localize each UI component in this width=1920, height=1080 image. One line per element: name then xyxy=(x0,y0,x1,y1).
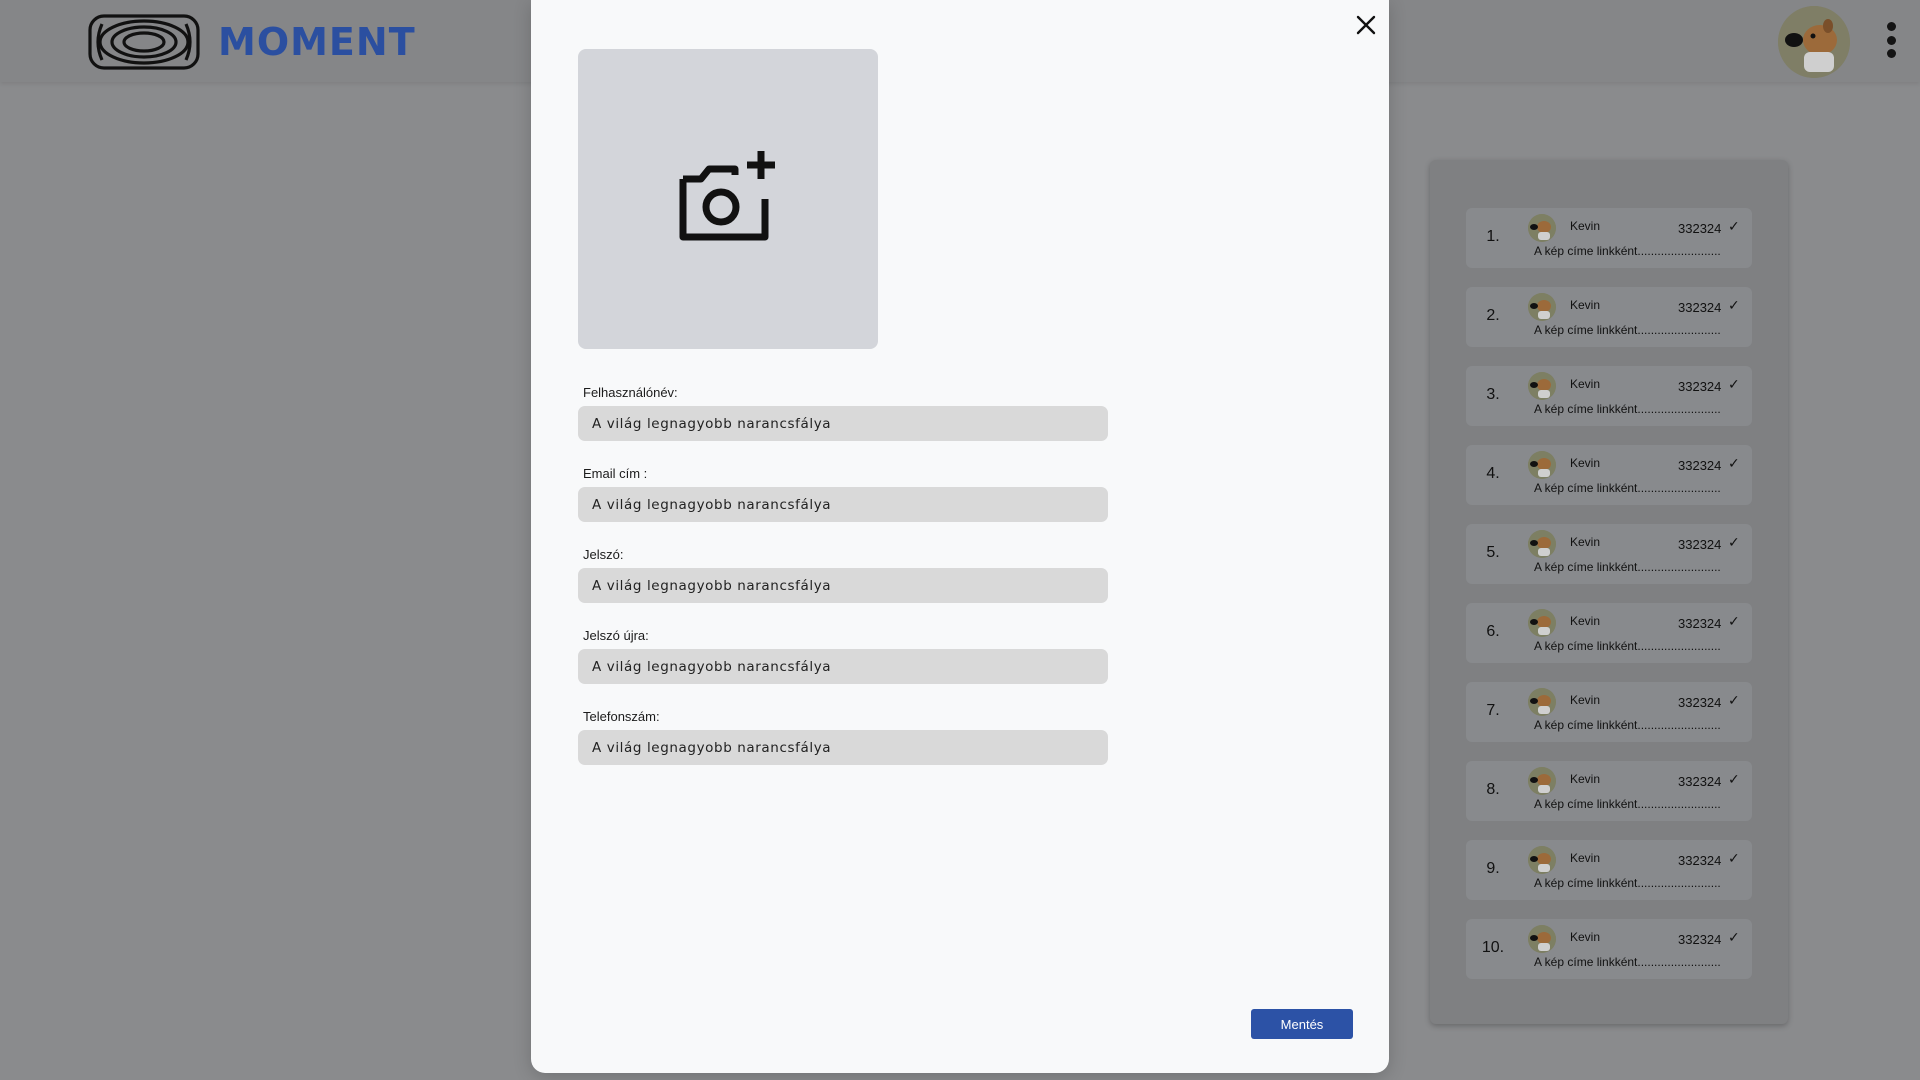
dog-avatar-icon xyxy=(1778,6,1850,78)
profile-image-upload[interactable] xyxy=(578,49,878,349)
password-confirm-field[interactable] xyxy=(578,649,1108,684)
username-text: Kevin xyxy=(1570,772,1601,786)
image-title-link[interactable]: A kép címe linkként.....................… xyxy=(1534,402,1721,416)
rank-number: 10. xyxy=(1481,939,1505,956)
score-text: 332324 xyxy=(1678,300,1722,315)
image-title-link[interactable]: A kép címe linkként.....................… xyxy=(1534,718,1721,732)
close-icon xyxy=(1356,15,1376,35)
brand-name: MOMENT xyxy=(218,20,416,64)
rank-number: 1. xyxy=(1486,228,1500,245)
leaderboard-item[interactable]: 6. Kevin 332324 ✓ A kép címe linkként.......… xyxy=(1466,603,1752,663)
user-avatar-icon xyxy=(1528,293,1556,321)
rank-number: 8. xyxy=(1486,781,1500,798)
image-title-link[interactable]: A kép címe linkként.....................… xyxy=(1534,323,1721,337)
leaderboard-item[interactable]: 5. Kevin 332324 ✓ A kép címe linkként.......… xyxy=(1466,524,1752,584)
profile-edit-modal: Felhasználónév: Email cím : Jelszó: Jels… xyxy=(531,0,1389,1073)
user-avatar-icon xyxy=(1528,214,1556,242)
username-text: Kevin xyxy=(1570,298,1601,312)
username-label: Felhasználónév: xyxy=(583,385,678,400)
score-text: 332324 xyxy=(1678,853,1722,868)
score-text: 332324 xyxy=(1678,695,1722,710)
rank-number: 7. xyxy=(1486,702,1500,719)
leaderboard-item[interactable]: 4. Kevin 332324 ✓ A kép címe linkként.......… xyxy=(1466,445,1752,505)
image-title-link[interactable]: A kép címe linkként.....................… xyxy=(1534,797,1721,811)
leaderboard-item[interactable]: 10. Kevin 332324 ✓ A kép címe linkként......… xyxy=(1466,919,1752,979)
username-text: Kevin xyxy=(1570,535,1601,549)
rank-number: 6. xyxy=(1486,623,1500,640)
check-icon: ✓ xyxy=(1728,692,1740,708)
check-icon: ✓ xyxy=(1728,376,1740,392)
score-text: 332324 xyxy=(1678,458,1722,473)
score-text: 332324 xyxy=(1678,537,1722,552)
check-icon: ✓ xyxy=(1728,218,1740,234)
check-icon: ✓ xyxy=(1728,297,1740,313)
rank-number: 3. xyxy=(1486,386,1500,403)
username-text: Kevin xyxy=(1570,219,1601,233)
close-button[interactable] xyxy=(1353,12,1379,38)
phone-label: Telefonszám: xyxy=(583,709,660,724)
user-avatar[interactable] xyxy=(1778,6,1850,78)
rank-number: 5. xyxy=(1486,544,1500,561)
user-avatar-icon xyxy=(1528,609,1556,637)
rank-number: 9. xyxy=(1486,860,1500,877)
image-title-link[interactable]: A kép címe linkként.....................… xyxy=(1534,560,1721,574)
score-text: 332324 xyxy=(1678,379,1722,394)
check-icon: ✓ xyxy=(1728,771,1740,787)
leaderboard-panel: 1. Kevin 332324 ✓ A kép címe linkként.......… xyxy=(1430,160,1788,1024)
rank-number: 2. xyxy=(1486,307,1500,324)
password-label: Jelszó: xyxy=(583,547,624,562)
email-label: Email cím : xyxy=(583,466,648,481)
check-icon: ✓ xyxy=(1728,534,1740,550)
add-photo-icon xyxy=(679,151,775,241)
username-text: Kevin xyxy=(1570,930,1601,944)
score-text: 332324 xyxy=(1678,932,1722,947)
username-field[interactable] xyxy=(578,406,1108,441)
moment-logo-icon xyxy=(88,14,200,70)
user-avatar-icon xyxy=(1528,688,1556,716)
check-icon: ✓ xyxy=(1728,850,1740,866)
image-title-link[interactable]: A kép címe linkként.....................… xyxy=(1534,955,1721,969)
username-text: Kevin xyxy=(1570,693,1601,707)
user-avatar-icon xyxy=(1528,530,1556,558)
image-title-link[interactable]: A kép címe linkként.....................… xyxy=(1534,876,1721,890)
username-text: Kevin xyxy=(1570,456,1601,470)
username-text: Kevin xyxy=(1570,614,1601,628)
user-avatar-icon xyxy=(1528,372,1556,400)
score-text: 332324 xyxy=(1678,616,1722,631)
user-avatar-icon xyxy=(1528,925,1556,953)
check-icon: ✓ xyxy=(1728,613,1740,629)
image-title-link[interactable]: A kép címe linkként.....................… xyxy=(1534,639,1721,653)
user-avatar-icon xyxy=(1528,846,1556,874)
check-icon: ✓ xyxy=(1728,929,1740,945)
email-field[interactable] xyxy=(578,487,1108,522)
save-button[interactable]: Mentés xyxy=(1251,1009,1353,1039)
user-avatar-icon xyxy=(1528,767,1556,795)
password-field[interactable] xyxy=(578,568,1108,603)
password-confirm-label: Jelszó újra: xyxy=(583,628,649,643)
leaderboard-item[interactable]: 3. Kevin 332324 ✓ A kép címe linkként.......… xyxy=(1466,366,1752,426)
check-icon: ✓ xyxy=(1728,455,1740,471)
image-title-link[interactable]: A kép címe linkként.....................… xyxy=(1534,244,1721,258)
app-logo[interactable]: MOMENT xyxy=(88,10,416,74)
image-title-link[interactable]: A kép címe linkként.....................… xyxy=(1534,481,1721,495)
username-text: Kevin xyxy=(1570,377,1601,391)
leaderboard-item[interactable]: 1. Kevin 332324 ✓ A kép címe linkként.......… xyxy=(1466,208,1752,268)
leaderboard-item[interactable]: 8. Kevin 332324 ✓ A kép címe linkként.......… xyxy=(1466,761,1752,821)
more-options-icon[interactable] xyxy=(1884,22,1898,58)
score-text: 332324 xyxy=(1678,221,1722,236)
user-avatar-icon xyxy=(1528,451,1556,479)
score-text: 332324 xyxy=(1678,774,1722,789)
phone-field[interactable] xyxy=(578,730,1108,765)
rank-number: 4. xyxy=(1486,465,1500,482)
leaderboard-item[interactable]: 9. Kevin 332324 ✓ A kép címe linkként.......… xyxy=(1466,840,1752,900)
leaderboard-item[interactable]: 2. Kevin 332324 ✓ A kép címe linkként.......… xyxy=(1466,287,1752,347)
username-text: Kevin xyxy=(1570,851,1601,865)
leaderboard-item[interactable]: 7. Kevin 332324 ✓ A kép címe linkként.......… xyxy=(1466,682,1752,742)
